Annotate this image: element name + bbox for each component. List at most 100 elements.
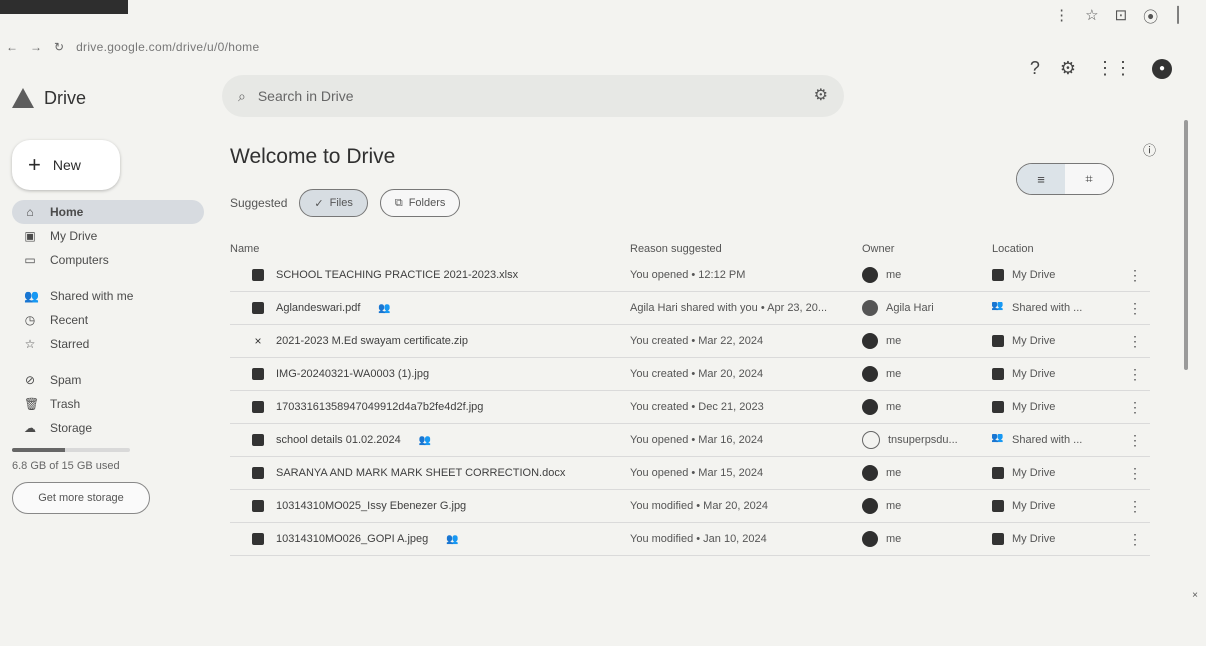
file-name: 10314310MO025_Issy Ebenezer G.jpg [276, 500, 467, 512]
sidebar-item-starred[interactable]: ☆ Starred [12, 332, 204, 356]
browser-menu-icon[interactable]: ⋮ [1054, 6, 1069, 27]
close-icon[interactable]: × [1192, 590, 1198, 601]
settings-icon[interactable]: ⚙ [1060, 58, 1076, 79]
file-name: SCHOOL TEACHING PRACTICE 2021-2023.xlsx [276, 269, 519, 281]
sidebar-item-recent[interactable]: ◷ Recent [12, 308, 204, 332]
help-icon[interactable]: ? [1030, 58, 1040, 79]
table-row[interactable]: IMG-20240321-WA0003 (1).jpg You created •… [230, 358, 1150, 391]
owner-name: me [886, 533, 902, 545]
location-cell: My Drive [992, 401, 1120, 413]
location-cell: My Drive [992, 269, 1120, 281]
filter-icon[interactable]: ⚙ [814, 85, 828, 105]
get-more-storage-button[interactable]: Get more storage [12, 482, 150, 514]
search-icon: ⌕ [238, 87, 246, 104]
sidebar-item-shared-with-me[interactable]: 👥 Shared with me [12, 284, 204, 308]
sidebar-item-trash[interactable]: 🗑 Trash [12, 392, 204, 416]
owner-cell: me [862, 399, 992, 415]
bookmark-icon[interactable]: ☆ [1085, 6, 1098, 27]
drive-location-icon [992, 269, 1004, 281]
more-actions-icon[interactable]: ⋮ [1120, 300, 1150, 317]
table-row[interactable]: SARANYA AND MARK MARK SHEET CORRECTION.d… [230, 457, 1150, 490]
url-text[interactable]: drive.google.com/drive/u/0/home [76, 40, 259, 54]
storage-bar [12, 448, 130, 452]
name-cell[interactable]: school details 01.02.2024 👥 [230, 434, 630, 446]
owner-cell: me [862, 333, 992, 349]
owner-avatar [862, 333, 878, 349]
sidebar-item-home[interactable]: ⌂ Home [12, 200, 204, 224]
location-name: My Drive [1012, 533, 1056, 545]
sidebar-item-label: Starred [50, 337, 90, 351]
apps-icon[interactable]: ⋮⋮ [1096, 58, 1132, 79]
drive-logo[interactable]: Drive [12, 80, 217, 116]
header-location: Location [992, 243, 1034, 255]
sidebar-item-spam[interactable]: ⊘ Spam [12, 368, 204, 392]
table-row[interactable]: 17033161358947049912d4a7b2fe4d2f.jpg You … [230, 391, 1150, 424]
sidebar: Drive + New ⌂ Home ▣ My Drive ▭ Computers 👥 Sha… [12, 80, 217, 514]
folders-chip[interactable]: ⧉ Folders [379, 189, 461, 217]
profile-icon[interactable]: ⦿ [1143, 6, 1158, 27]
owner-cell: me [862, 498, 992, 514]
name-cell[interactable]: 2021-2023 M.Ed swayam certificate.zip [230, 335, 630, 347]
cloud-icon: ☁ [24, 421, 36, 435]
owner-cell: Agila Hari [862, 300, 992, 316]
drive-icon: ▣ [24, 229, 36, 243]
owner-name: me [886, 269, 902, 281]
grid-view-toggle[interactable]: ⌗ [1065, 164, 1113, 194]
more-actions-icon[interactable]: ⋮ [1120, 465, 1150, 482]
search-bar[interactable]: ⌕ Search in Drive ⚙ [222, 75, 844, 117]
reload-button[interactable]: ↻ [54, 40, 64, 54]
home-icon: ⌂ [26, 205, 34, 219]
more-actions-icon[interactable]: ⋮ [1120, 399, 1150, 416]
file-name: 17033161358947049912d4a7b2fe4d2f.jpg [276, 401, 484, 413]
location-cell: My Drive [992, 335, 1120, 347]
new-button[interactable]: + New [12, 140, 120, 190]
avatar-icon[interactable]: ● [1152, 58, 1172, 79]
more-actions-icon[interactable]: ⋮ [1120, 366, 1150, 383]
search-input[interactable]: Search in Drive [258, 88, 354, 104]
table-row[interactable]: SCHOOL TEACHING PRACTICE 2021-2023.xlsx Y… [230, 259, 1150, 292]
drive-location-icon [992, 533, 1004, 545]
table-row[interactable]: school details 01.02.2024 👥 You opened • M… [230, 424, 1150, 457]
owner-avatar [862, 531, 878, 547]
sidebar-item-computers[interactable]: ▭ Computers [12, 248, 204, 272]
name-cell[interactable]: Aglandeswari.pdf 👥 [230, 302, 630, 314]
reason-cell: You modified • Mar 20, 2024 [630, 500, 768, 512]
table-rows: SCHOOL TEACHING PRACTICE 2021-2023.xlsx Y… [230, 259, 1150, 556]
name-cell[interactable]: 10314310MO026_GOPI A.jpeg 👥 [230, 533, 630, 545]
tab-icon[interactable]: ⊡ [1115, 6, 1128, 27]
more-actions-icon[interactable]: ⋮ [1120, 333, 1150, 350]
location-cell: My Drive [992, 368, 1120, 380]
zip-file-icon [252, 335, 264, 347]
folder-icon: ⧉ [394, 196, 403, 209]
sidebar-item-label: Trash [50, 397, 81, 411]
table-row[interactable]: 10314310MO026_GOPI A.jpeg 👥 You modified •… [230, 523, 1150, 556]
files-chip[interactable]: ✓ Files [299, 189, 368, 217]
name-cell[interactable]: IMG-20240321-WA0003 (1).jpg [230, 368, 630, 380]
table-row[interactable]: 10314310MO025_Issy Ebenezer G.jpg You mod… [230, 490, 1150, 523]
owner-name: tnsuperpsdu... [888, 434, 958, 446]
file-icon [252, 368, 264, 380]
name-cell[interactable]: 17033161358947049912d4a7b2fe4d2f.jpg [230, 401, 630, 413]
more-actions-icon[interactable]: ⋮ [1120, 432, 1150, 449]
sidebar-item-label: Shared with me [50, 289, 134, 303]
suggested-label: Suggested [230, 196, 288, 210]
more-actions-icon[interactable]: ⋮ [1120, 267, 1150, 284]
sidebar-item-my-drive[interactable]: ▣ My Drive [12, 224, 204, 248]
list-view-toggle[interactable]: ≡ [1017, 164, 1065, 194]
name-cell[interactable]: SCHOOL TEACHING PRACTICE 2021-2023.xlsx [230, 269, 630, 281]
back-button[interactable]: ← [6, 40, 18, 54]
location-name: Shared with ... [1012, 302, 1083, 314]
suggested-filters: Suggested ✓ Files ⧉ Folders [230, 189, 1150, 217]
forward-button[interactable]: → [30, 40, 42, 54]
sidebar-item-storage[interactable]: ☁ Storage [12, 416, 204, 440]
name-cell[interactable]: SARANYA AND MARK MARK SHEET CORRECTION.d… [230, 467, 630, 479]
storage-fill [12, 448, 66, 452]
more-actions-icon[interactable]: ⋮ [1120, 498, 1150, 515]
name-cell[interactable]: 10314310MO025_Issy Ebenezer G.jpg [230, 500, 630, 512]
table-row[interactable]: 2021-2023 M.Ed swayam certificate.zip You… [230, 325, 1150, 358]
scrollbar[interactable] [1184, 120, 1188, 370]
header-reason: Reason suggested [630, 243, 722, 255]
table-row[interactable]: Aglandeswari.pdf 👥 Agila Hari shared with … [230, 292, 1150, 325]
drive-location-icon [992, 500, 1004, 512]
more-actions-icon[interactable]: ⋮ [1120, 531, 1150, 548]
